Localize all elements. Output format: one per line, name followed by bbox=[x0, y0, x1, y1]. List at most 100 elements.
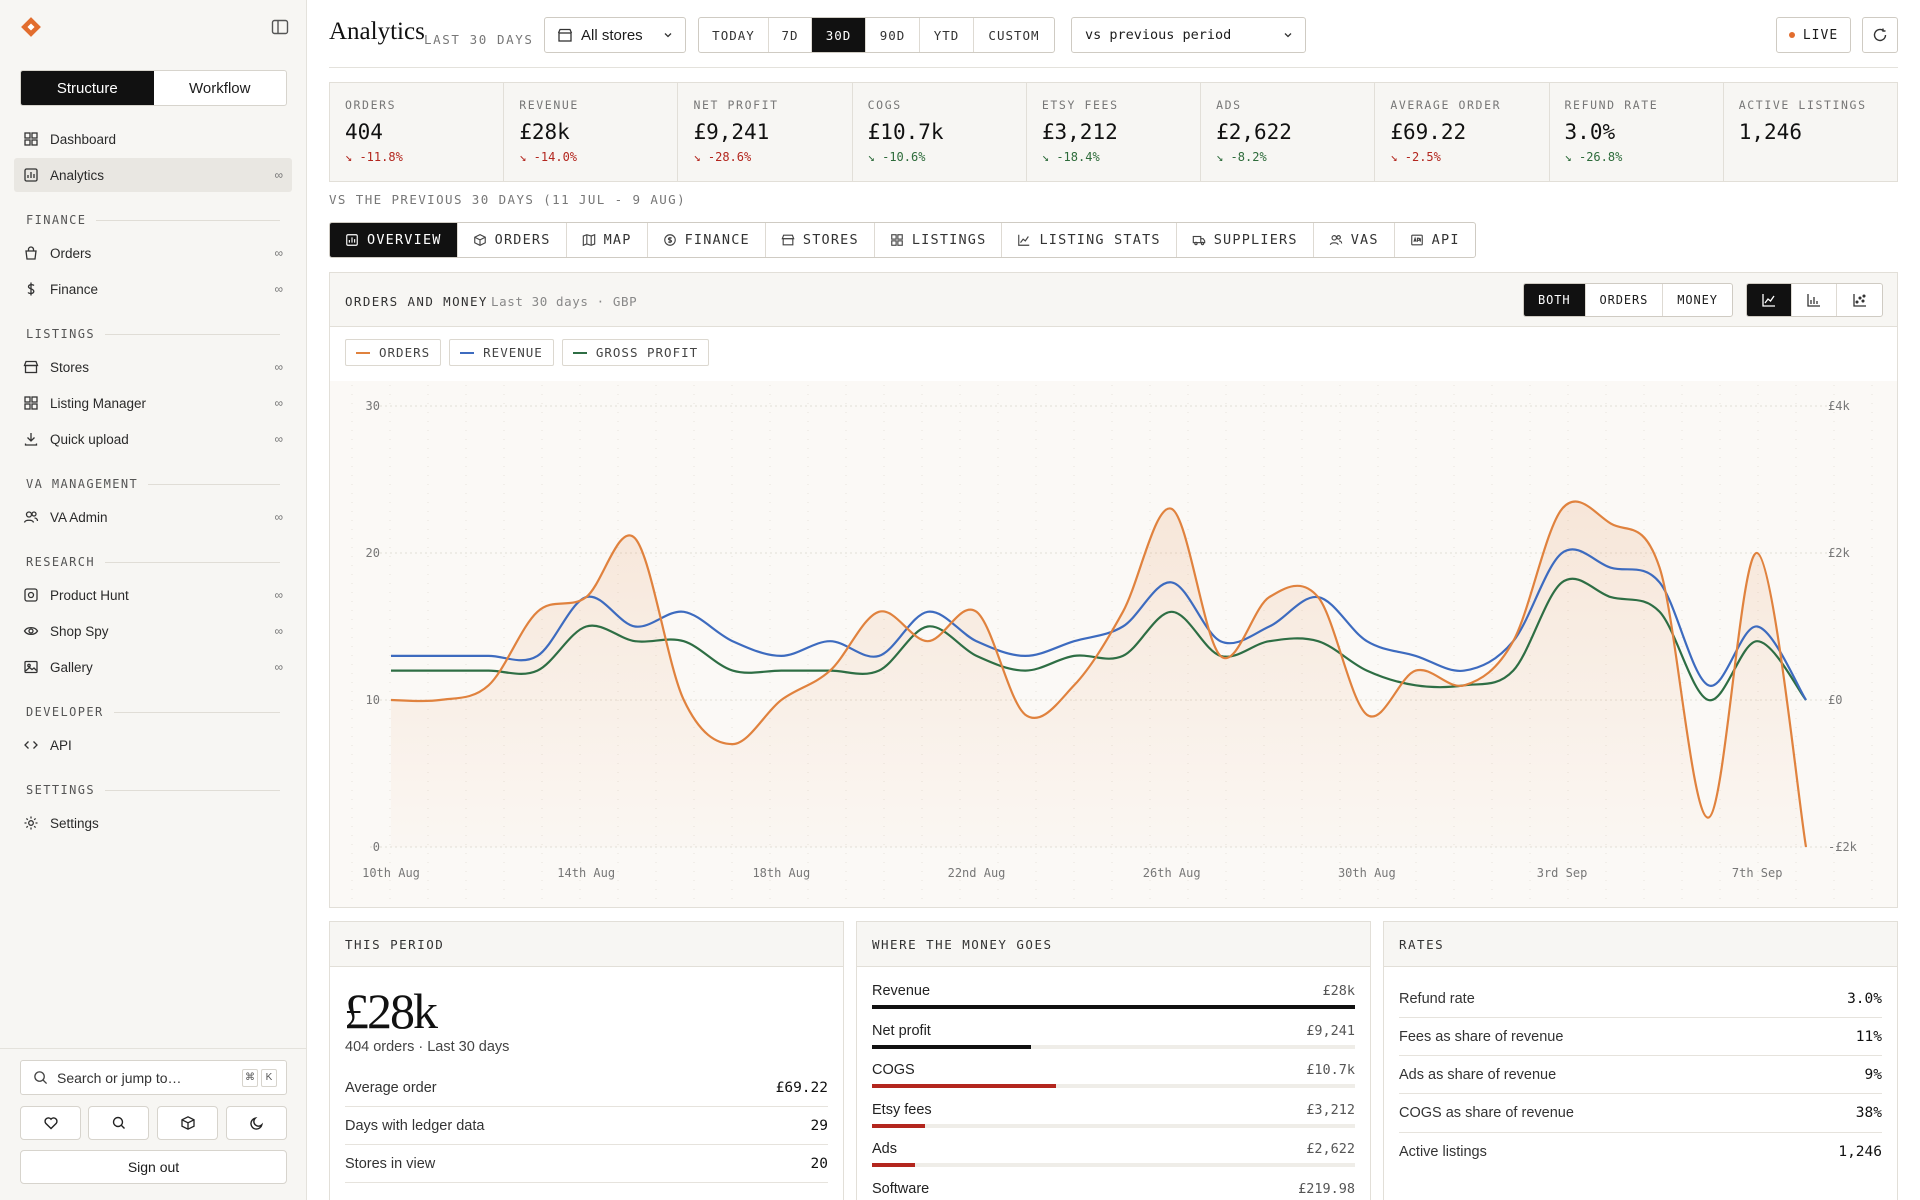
this-period-row: Days with ledger data 29 bbox=[345, 1107, 828, 1145]
sidebar-item-shop-spy[interactable]: Shop Spy ∞ bbox=[14, 614, 292, 648]
money-bar-fill bbox=[872, 1044, 1032, 1049]
this-period-row: Average order £69.22 bbox=[345, 1069, 828, 1107]
users-icon bbox=[23, 511, 39, 523]
tab-listing-stats[interactable]: LISTING STATS bbox=[1002, 223, 1177, 257]
refresh-button[interactable] bbox=[1862, 17, 1898, 53]
favorites-button[interactable] bbox=[20, 1106, 81, 1140]
money-amount: £3,212 bbox=[1306, 1101, 1355, 1118]
range-7d[interactable]: 7D bbox=[769, 18, 812, 52]
kpi-label: NET PROFIT bbox=[693, 98, 779, 112]
legend-orders[interactable]: ORDERS bbox=[345, 339, 442, 366]
metric-money[interactable]: MONEY bbox=[1663, 284, 1732, 316]
tab-overview[interactable]: OVERVIEW bbox=[330, 223, 458, 257]
legend-revenue[interactable]: REVENUE bbox=[449, 339, 554, 366]
sidebar-item-va-admin[interactable]: VA Admin ∞ bbox=[14, 500, 292, 534]
bag-icon bbox=[25, 246, 37, 260]
sidebar-toggle-icon[interactable] bbox=[270, 17, 290, 37]
tab-api[interactable]: API bbox=[1395, 223, 1475, 257]
tab-label: LISTING STATS bbox=[1039, 232, 1161, 248]
kbd-k: K bbox=[261, 1068, 277, 1087]
mode-structure[interactable]: Structure bbox=[21, 71, 154, 105]
tab-finance[interactable]: FINANCE bbox=[648, 223, 766, 257]
money-bar-track bbox=[872, 1005, 1355, 1009]
tab-stores[interactable]: STORES bbox=[766, 223, 875, 257]
search-input[interactable]: Search or jump to… ⌘ K bbox=[20, 1060, 287, 1095]
sidebar-item-settings[interactable]: Settings bbox=[14, 806, 292, 840]
kpi-delta: ↘ -8.2% bbox=[1216, 150, 1267, 164]
money-bar-track bbox=[872, 1044, 1355, 1049]
tab-suppliers[interactable]: SUPPLIERS bbox=[1177, 223, 1314, 257]
bar-chart-button[interactable] bbox=[1792, 284, 1837, 316]
this-period-value: £28k bbox=[344, 983, 438, 1039]
store-icon bbox=[23, 360, 39, 374]
store-select[interactable]: All stores bbox=[544, 17, 686, 53]
range-today[interactable]: TODAY bbox=[699, 18, 769, 52]
kpi-cogs: COGS £10.7k ↘ -10.6% bbox=[853, 83, 1027, 181]
tab-map[interactable]: MAP bbox=[567, 223, 648, 257]
rate-value: 1,246 bbox=[1838, 1143, 1882, 1160]
live-dot-icon bbox=[1788, 32, 1795, 38]
live-label: LIVE bbox=[1802, 27, 1839, 43]
quick-search-button[interactable] bbox=[88, 1106, 149, 1140]
kpi-average-order: AVERAGE ORDER £69.22 ↘ -2.5% bbox=[1375, 83, 1550, 181]
sidebar-item-gallery[interactable]: Gallery ∞ bbox=[14, 650, 292, 684]
sidebar-item-api[interactable]: API bbox=[14, 728, 292, 762]
money-label: Ads bbox=[872, 1141, 897, 1157]
range-90d[interactable]: 90D bbox=[866, 18, 920, 52]
legend-gross-profit[interactable]: GROSS PROFIT bbox=[561, 339, 710, 366]
sidebar-item-product-hunt[interactable]: Product Hunt ∞ bbox=[14, 578, 292, 612]
sidebar-item-label: Gallery bbox=[50, 659, 93, 675]
legend-swatch bbox=[356, 351, 370, 354]
chart-type-selector bbox=[1746, 283, 1883, 317]
infinity-badge: ∞ bbox=[274, 168, 283, 182]
sidebar-item-stores[interactable]: Stores ∞ bbox=[14, 350, 292, 384]
nav-section-listings: LISTINGS bbox=[26, 327, 280, 341]
code-icon bbox=[24, 741, 38, 749]
sidebar-item-quick-upload[interactable]: Quick upload ∞ bbox=[14, 422, 292, 456]
sidebar-item-dashboard[interactable]: Dashboard bbox=[14, 122, 292, 156]
tab-orders[interactable]: ORDERS bbox=[458, 223, 567, 257]
sidebar-item-orders[interactable]: Orders ∞ bbox=[14, 236, 292, 270]
kpi-value: 404 bbox=[345, 120, 383, 144]
sign-out-button[interactable]: Sign out bbox=[20, 1150, 287, 1184]
sidebar-item-analytics[interactable]: Analytics ∞ bbox=[14, 158, 292, 192]
money-bar-fill bbox=[872, 1123, 926, 1128]
infinity-badge: ∞ bbox=[274, 360, 283, 374]
range-ytd[interactable]: YTD bbox=[920, 18, 974, 52]
chevron-down-icon bbox=[1284, 33, 1292, 38]
line-chart-icon bbox=[1762, 294, 1775, 307]
search-icon bbox=[112, 1116, 125, 1129]
line-chart-button[interactable] bbox=[1747, 284, 1792, 316]
compare-select[interactable]: vs previous period bbox=[1071, 17, 1306, 53]
nav-section-developer: DEVELOPER bbox=[26, 705, 280, 719]
sidebar-item-finance[interactable]: Finance ∞ bbox=[14, 272, 292, 306]
kpi-orders: ORDERS 404 ↘ -11.8% bbox=[330, 83, 505, 181]
rate-label: Active listings bbox=[1399, 1143, 1487, 1160]
range-30d[interactable]: 30D bbox=[812, 18, 866, 52]
chart-panel-header: ORDERS AND MONEY Last 30 days · GBP BOTH… bbox=[330, 273, 1897, 327]
packages-button[interactable] bbox=[157, 1106, 218, 1140]
kpi-label: ADS bbox=[1216, 98, 1242, 112]
tab-vas[interactable]: VAS bbox=[1314, 223, 1395, 257]
kpi-delta: ↘ -26.8% bbox=[1564, 150, 1623, 164]
rate-row: Refund rate 3.0% bbox=[1399, 980, 1882, 1018]
range-custom[interactable]: CUSTOM bbox=[974, 18, 1054, 52]
rate-row: Active listings 1,246 bbox=[1399, 1133, 1882, 1171]
metric-both[interactable]: BOTH bbox=[1524, 284, 1586, 316]
money-row-net-profit: Net profit £9,241 bbox=[872, 1017, 1355, 1057]
kpi-label: REFUND RATE bbox=[1564, 98, 1659, 112]
live-button[interactable]: LIVE bbox=[1776, 17, 1851, 53]
tab-listings[interactable]: LISTINGS bbox=[875, 223, 1003, 257]
rate-label: COGS as share of revenue bbox=[1399, 1105, 1574, 1122]
money-goes-title: WHERE THE MONEY GOES bbox=[857, 922, 1370, 967]
metric-orders[interactable]: ORDERS bbox=[1586, 284, 1664, 316]
kpi-row: ORDERS 404 ↘ -11.8% REVENUE £28k ↘ -14.0% NET … bbox=[329, 82, 1898, 182]
theme-toggle-button[interactable] bbox=[226, 1106, 287, 1140]
scatter-chart-button[interactable] bbox=[1837, 284, 1882, 316]
orders-money-chart: 0 10 20 30 £4k £2k £0 -£2k 10th Aug 14th Aug 18th … bbox=[330, 381, 1897, 907]
sidebar-item-listing-manager[interactable]: Listing Manager ∞ bbox=[14, 386, 292, 420]
x-tick-label: 30th Aug bbox=[1338, 866, 1396, 880]
mode-workflow[interactable]: Workflow bbox=[154, 71, 287, 105]
tab-label: FINANCE bbox=[684, 232, 750, 248]
x-tick-label: 26th Aug bbox=[1143, 866, 1201, 880]
